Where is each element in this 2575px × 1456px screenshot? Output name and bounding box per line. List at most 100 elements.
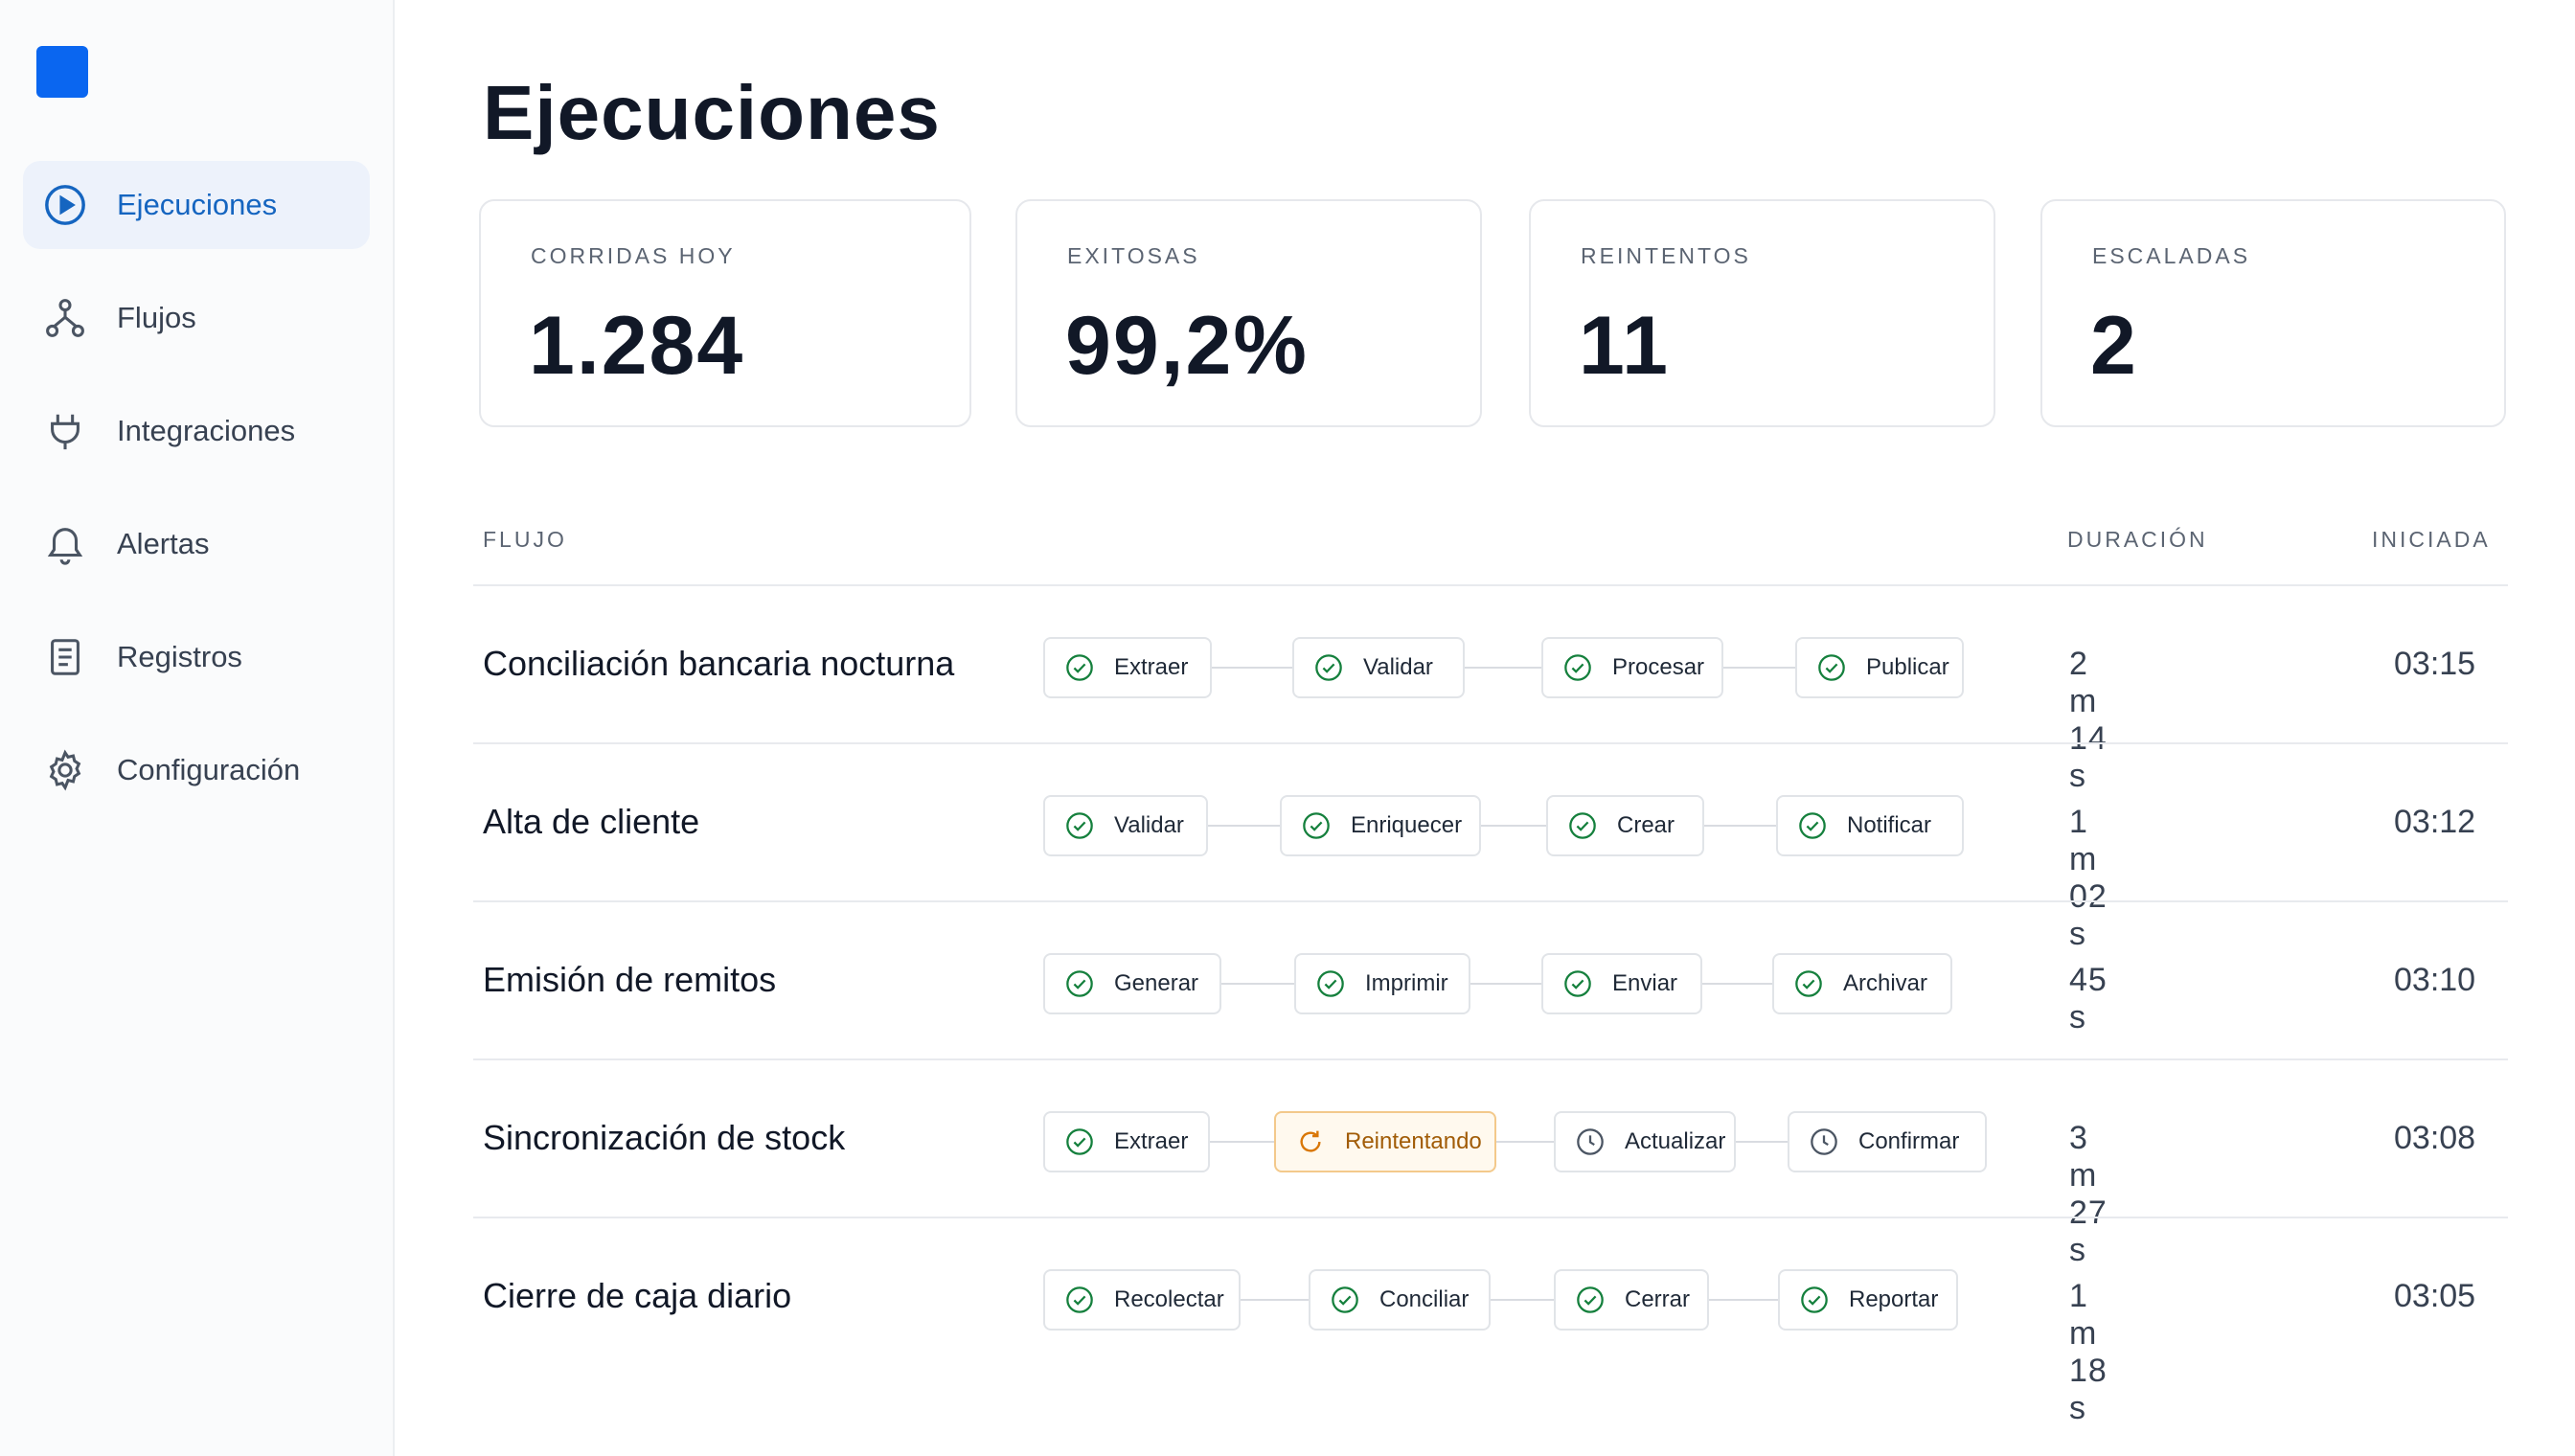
step-label: Actualizar xyxy=(1625,1128,1726,1154)
table-row[interactable]: Conciliación bancaria nocturna Extraer Val… xyxy=(473,584,2508,794)
page-title: Ejecuciones xyxy=(483,70,941,155)
stat-label: ESCALADAS xyxy=(2092,243,2251,268)
column-header-flujo[interactable]: FLUJO xyxy=(483,527,567,553)
step-connector xyxy=(1221,983,1294,985)
step-label: Extraer xyxy=(1114,654,1189,680)
duration-value: 1 m 18 s xyxy=(2069,1278,2108,1426)
step-chip[interactable]: Archivar xyxy=(1772,953,1952,1014)
step-chip[interactable]: Imprimir xyxy=(1294,953,1470,1014)
step-label: Generar xyxy=(1114,970,1199,996)
check-circle-icon xyxy=(1064,810,1095,841)
step-connector xyxy=(1736,1141,1788,1143)
step-chip[interactable]: Actualizar xyxy=(1554,1111,1736,1172)
gear-icon xyxy=(42,747,88,793)
play-circle-icon xyxy=(42,182,88,228)
column-header-iniciada[interactable]: INICIADA xyxy=(2372,527,2491,553)
step-chip[interactable]: Generar xyxy=(1043,953,1221,1014)
sidebar-item-ejecuciones[interactable]: Ejecuciones xyxy=(23,161,370,249)
document-icon xyxy=(42,634,88,680)
step-label: Confirmar xyxy=(1858,1128,1960,1154)
step-chip[interactable]: Cerrar xyxy=(1554,1269,1709,1331)
started-time: 03:08 xyxy=(2394,1120,2476,1156)
sidebar-item-configuracion[interactable]: Configuración xyxy=(23,726,370,814)
main-content: Ejecuciones CORRIDAS HOY 1.284 EXITOSAS … xyxy=(395,0,2575,1456)
step-label: Conciliar xyxy=(1379,1286,1470,1312)
check-circle-icon xyxy=(1064,1126,1095,1157)
check-circle-icon xyxy=(1799,1285,1830,1315)
table-row[interactable]: Alta de cliente Validar Enriquecer Crear Not… xyxy=(473,742,2508,952)
step-connector xyxy=(1210,1141,1274,1143)
stat-card-corridas: CORRIDAS HOY 1.284 xyxy=(479,199,971,427)
step-chip[interactable]: Confirmar xyxy=(1788,1111,1987,1172)
started-time: 03:10 xyxy=(2394,962,2476,998)
flow-name: Sincronización de stock xyxy=(483,1118,846,1157)
step-connector xyxy=(1481,825,1546,827)
step-label: Publicar xyxy=(1866,654,1949,680)
check-circle-icon xyxy=(1562,968,1593,999)
step-label: Validar xyxy=(1363,654,1433,680)
step-chip[interactable]: Validar xyxy=(1292,637,1465,698)
step-chip[interactable]: Extraer xyxy=(1043,637,1212,698)
step-label: Extraer xyxy=(1114,1128,1189,1154)
sidebar-item-alertas[interactable]: Alertas xyxy=(23,500,370,588)
step-label: Cerrar xyxy=(1625,1286,1691,1312)
stat-label: CORRIDAS HOY xyxy=(531,243,736,268)
column-header-duracion[interactable]: DURACIÓN xyxy=(2067,527,2208,553)
duration-value: 45 s xyxy=(2069,962,2108,1035)
check-circle-icon xyxy=(1330,1285,1360,1315)
step-label: Procesar xyxy=(1612,654,1705,680)
app-logo[interactable] xyxy=(36,46,88,98)
step-label: Recolectar xyxy=(1114,1286,1224,1312)
step-chip[interactable]: Conciliar xyxy=(1309,1269,1491,1331)
started-time: 03:12 xyxy=(2394,804,2476,840)
table-row[interactable]: Cierre de caja diario Recolectar Conciliar… xyxy=(473,1217,2508,1426)
check-circle-icon xyxy=(1313,652,1344,683)
step-connector xyxy=(1208,825,1280,827)
step-label: Reportar xyxy=(1849,1286,1939,1312)
sidebar-item-flujos[interactable]: Flujos xyxy=(23,274,370,362)
step-connector xyxy=(1491,1299,1554,1301)
flow-icon xyxy=(42,295,88,341)
step-chip[interactable]: Procesar xyxy=(1541,637,1723,698)
stat-card-reintentos: REINTENTOS 11 xyxy=(1529,199,1995,427)
stat-value: 99,2% xyxy=(1065,300,1309,392)
step-label: Enriquecer xyxy=(1351,812,1463,838)
flow-name: Alta de cliente xyxy=(483,802,700,841)
check-circle-icon xyxy=(1064,1285,1095,1315)
check-circle-icon xyxy=(1064,652,1095,683)
step-chip[interactable]: Enviar xyxy=(1541,953,1702,1014)
step-connector xyxy=(1470,983,1541,985)
step-chip[interactable]: Extraer xyxy=(1043,1111,1210,1172)
sidebar-item-registros[interactable]: Registros xyxy=(23,613,370,701)
step-chip[interactable]: Reportar xyxy=(1778,1269,1958,1331)
sidebar-item-integraciones[interactable]: Integraciones xyxy=(23,387,370,475)
step-label: Reintentando xyxy=(1345,1128,1482,1154)
stat-value: 1.284 xyxy=(529,300,745,392)
step-chip[interactable]: Crear xyxy=(1546,795,1704,856)
check-circle-icon xyxy=(1315,968,1346,999)
clock-icon xyxy=(1575,1126,1606,1157)
sidebar-item-label: Alertas xyxy=(117,527,210,560)
step-label: Enviar xyxy=(1612,970,1678,996)
sidebar-item-label: Flujos xyxy=(117,301,196,334)
table-row[interactable]: Emisión de remitos Generar Imprimir Enviar A… xyxy=(473,900,2508,1058)
flow-name: Conciliación bancaria nocturna xyxy=(483,644,955,683)
step-chip[interactable]: Recolectar xyxy=(1043,1269,1241,1331)
step-chip[interactable]: Publicar xyxy=(1795,637,1964,698)
table-row[interactable]: Sincronización de stock Extraer Reintentan… xyxy=(473,1058,2508,1268)
step-connector xyxy=(1723,667,1795,669)
step-chip[interactable]: Validar xyxy=(1043,795,1208,856)
step-chip[interactable]: Reintentando xyxy=(1274,1111,1496,1172)
sidebar-nav: Ejecuciones Flujos Integraciones Alertas xyxy=(23,161,370,839)
step-chip[interactable]: Notificar xyxy=(1776,795,1964,856)
clock-icon xyxy=(1809,1126,1839,1157)
step-connector xyxy=(1496,1141,1554,1143)
stat-label: EXITOSAS xyxy=(1067,243,1200,268)
stat-card-exitosas: EXITOSAS 99,2% xyxy=(1015,199,1482,427)
flow-name: Emisión de remitos xyxy=(483,960,777,999)
sidebar-item-label: Integraciones xyxy=(117,414,296,447)
step-chip[interactable]: Enriquecer xyxy=(1280,795,1481,856)
check-circle-icon xyxy=(1575,1285,1606,1315)
sidebar: Ejecuciones Flujos Integraciones Alertas xyxy=(0,0,395,1456)
bell-icon xyxy=(42,521,88,567)
